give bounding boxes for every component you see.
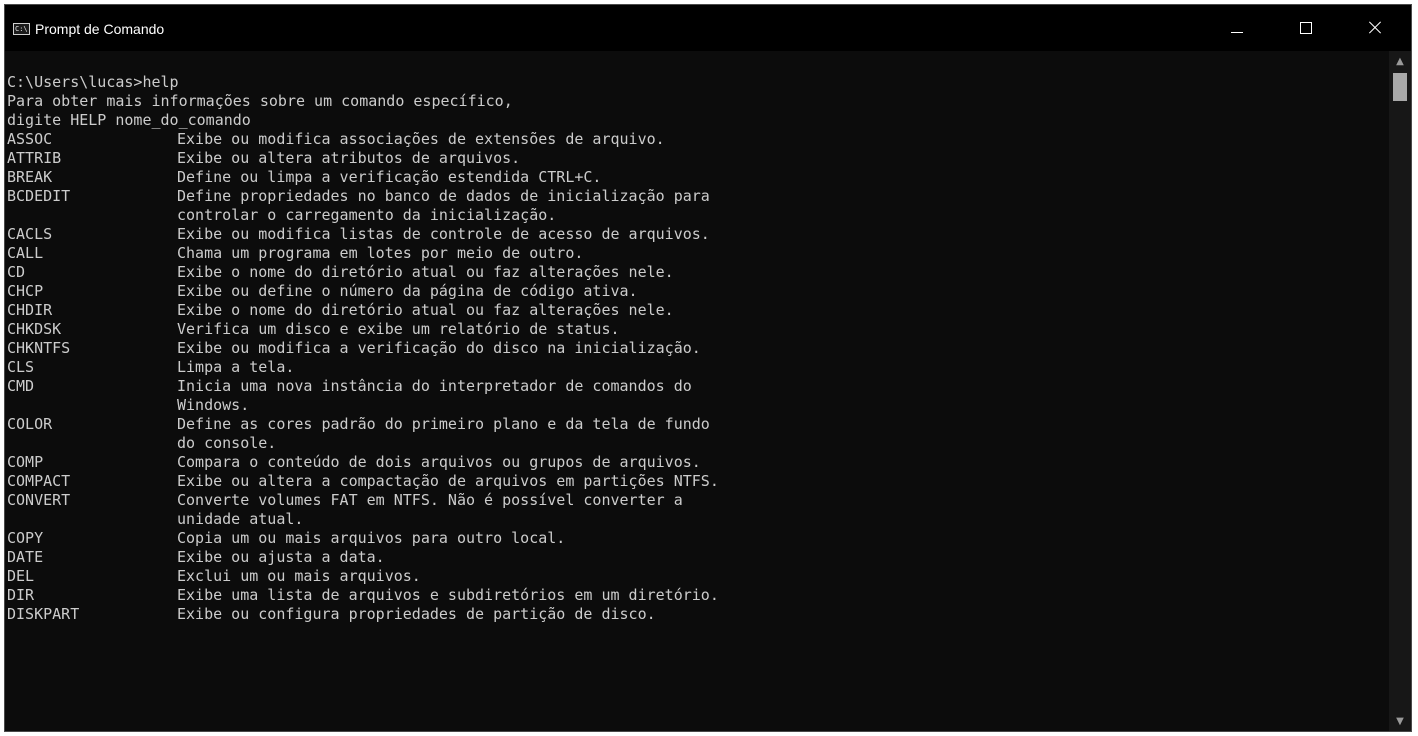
command-prompt-window: C:\. Prompt de Comando C:\Users\lucas>he… — [4, 4, 1412, 732]
command-description: Exibe ou configura propriedades de parti… — [177, 605, 656, 623]
help-row: CD Exibe o nome do diretório atual ou faz… — [7, 263, 1389, 282]
close-button[interactable] — [1352, 5, 1398, 51]
help-row: BREAK Define ou limpa a verificação esten… — [7, 168, 1389, 187]
cmd-app-icon[interactable]: C:\. — [13, 23, 30, 35]
help-row: CHDIR Exibe o nome do diretório atual ou … — [7, 301, 1389, 320]
help-row: DISKPART Exibe ou configura propriedades … — [7, 605, 1389, 624]
minimize-button[interactable] — [1214, 5, 1260, 51]
help-row: CHKDSK Verifica um disco e exibe um relat… — [7, 320, 1389, 339]
help-row: BCDEDIT Define propriedades no banco de d… — [7, 187, 1389, 206]
help-row: CHKNTFS Exibe ou modifica a verificação d… — [7, 339, 1389, 358]
command-description: Exibe ou modifica listas de controle de … — [177, 225, 710, 243]
command-description: Verifica um disco e exibe um relatório d… — [177, 320, 620, 338]
command-name: DISKPART — [7, 605, 80, 623]
command-description: Inicia uma nova instância do interpretad… — [177, 377, 692, 395]
command-description: Limpa a tela. — [177, 358, 295, 376]
vertical-scrollbar[interactable]: ▲ ▼ — [1389, 51, 1411, 731]
command-name: CHKDSK — [7, 320, 62, 338]
command-name: ASSOC — [7, 130, 53, 148]
command-description: Exibe ou ajusta a data. — [177, 548, 385, 566]
command-description: Exibe ou modifica a verificação do disco… — [177, 339, 701, 357]
command-description: Exibe ou altera atributos de arquivos. — [177, 149, 521, 167]
help-row: do console. — [7, 434, 1389, 453]
help-row: CONVERT Converte volumes FAT em NTFS. Não… — [7, 491, 1389, 510]
command-name: CONVERT — [7, 491, 71, 509]
help-row: DATE Exibe ou ajusta a data. — [7, 548, 1389, 567]
help-row: Windows. — [7, 396, 1389, 415]
help-row: COMP Compara o conteúdo de dois arquivos … — [7, 453, 1389, 472]
command-description: Windows. — [177, 396, 250, 414]
help-row: CHCP Exibe ou define o número da página d… — [7, 282, 1389, 301]
command-description: Exibe o nome do diretório atual ou faz a… — [177, 301, 674, 319]
title-bar[interactable]: C:\. Prompt de Comando — [5, 5, 1411, 51]
command-name: CMD — [7, 377, 35, 395]
command-description: Define as cores padrão do primeiro plano… — [177, 415, 710, 433]
help-row: ATTRIB Exibe ou altera atributos de arqui… — [7, 149, 1389, 168]
help-row: COLOR Define as cores padrão do primeiro … — [7, 415, 1389, 434]
scroll-down-icon[interactable]: ▼ — [1389, 713, 1411, 731]
intro-line: Para obter mais informações sobre um com… — [7, 92, 513, 110]
help-row: CLS Limpa a tela. — [7, 358, 1389, 377]
help-row: COPY Copia um ou mais arquivos para outro… — [7, 529, 1389, 548]
command-name: DEL — [7, 567, 35, 585]
command-name: CALL — [7, 244, 44, 262]
command-name: CLS — [7, 358, 35, 376]
window-title: Prompt de Comando — [35, 21, 165, 37]
command-description: Exibe ou define o número da página de có… — [177, 282, 638, 300]
help-row: unidade atual. — [7, 510, 1389, 529]
command-name: BREAK — [7, 168, 53, 186]
command-name: CHKNTFS — [7, 339, 71, 357]
command-description: controlar o carregamento da inicializaçã… — [177, 206, 557, 224]
help-row: DEL Exclui um ou mais arquivos. — [7, 567, 1389, 586]
help-row: CACLS Exibe ou modifica listas de control… — [7, 225, 1389, 244]
help-row: DIR Exibe uma lista de arquivos e subdire… — [7, 586, 1389, 605]
scroll-up-icon[interactable]: ▲ — [1389, 53, 1411, 71]
cmd-app-icon-text: C:\. — [15, 25, 29, 33]
command-description: Exibe uma lista de arquivos e subdiretór… — [177, 586, 719, 604]
command-description: Exibe ou modifica associações de extensõ… — [177, 130, 665, 148]
command-description: Compara o conteúdo de dois arquivos ou g… — [177, 453, 701, 471]
command-name: ATTRIB — [7, 149, 62, 167]
command-description: Exibe o nome do diretório atual ou faz a… — [177, 263, 674, 281]
command-description: Copia um ou mais arquivos para outro loc… — [177, 529, 566, 547]
console-output[interactable]: C:\Users\lucas>help Para obter mais info… — [5, 51, 1389, 731]
help-row: ASSOC Exibe ou modifica associações de ex… — [7, 130, 1389, 149]
maximize-icon — [1300, 22, 1312, 34]
command-name: DATE — [7, 548, 44, 566]
command-name: CACLS — [7, 225, 53, 243]
command-name: COPY — [7, 529, 44, 547]
help-row: CMD Inicia uma nova instância do interpre… — [7, 377, 1389, 396]
command-name: DIR — [7, 586, 35, 604]
maximize-button[interactable] — [1283, 5, 1329, 51]
command-description: Exibe ou altera a compactação de arquivo… — [177, 472, 719, 490]
command-name: COLOR — [7, 415, 53, 433]
command-description: Define ou limpa a verificação estendida … — [177, 168, 602, 186]
command-name: BCDEDIT — [7, 187, 71, 205]
help-row: controlar o carregamento da inicializaçã… — [7, 206, 1389, 225]
command-description: Define propriedades no banco de dados de… — [177, 187, 710, 205]
minimize-icon — [1231, 32, 1243, 33]
command-name: COMPACT — [7, 472, 71, 490]
command-name: COMP — [7, 453, 44, 471]
help-row: CALL Chama um programa em lotes por meio … — [7, 244, 1389, 263]
scrollbar-thumb[interactable] — [1393, 73, 1407, 101]
command-description: Exclui um ou mais arquivos. — [177, 567, 421, 585]
command-name: CD — [7, 263, 26, 281]
command-description: Converte volumes FAT em NTFS. Não é poss… — [177, 491, 683, 509]
help-row: COMPACT Exibe ou altera a compactação de … — [7, 472, 1389, 491]
prompt-line: C:\Users\lucas>help — [7, 73, 179, 91]
command-description: Chama um programa em lotes por meio de o… — [177, 244, 584, 262]
close-icon — [1368, 21, 1382, 35]
command-description: do console. — [177, 434, 277, 452]
command-name: CHDIR — [7, 301, 53, 319]
command-name: CHCP — [7, 282, 44, 300]
command-description: unidade atual. — [177, 510, 304, 528]
intro-line: digite HELP nome_do_comando — [7, 111, 251, 129]
